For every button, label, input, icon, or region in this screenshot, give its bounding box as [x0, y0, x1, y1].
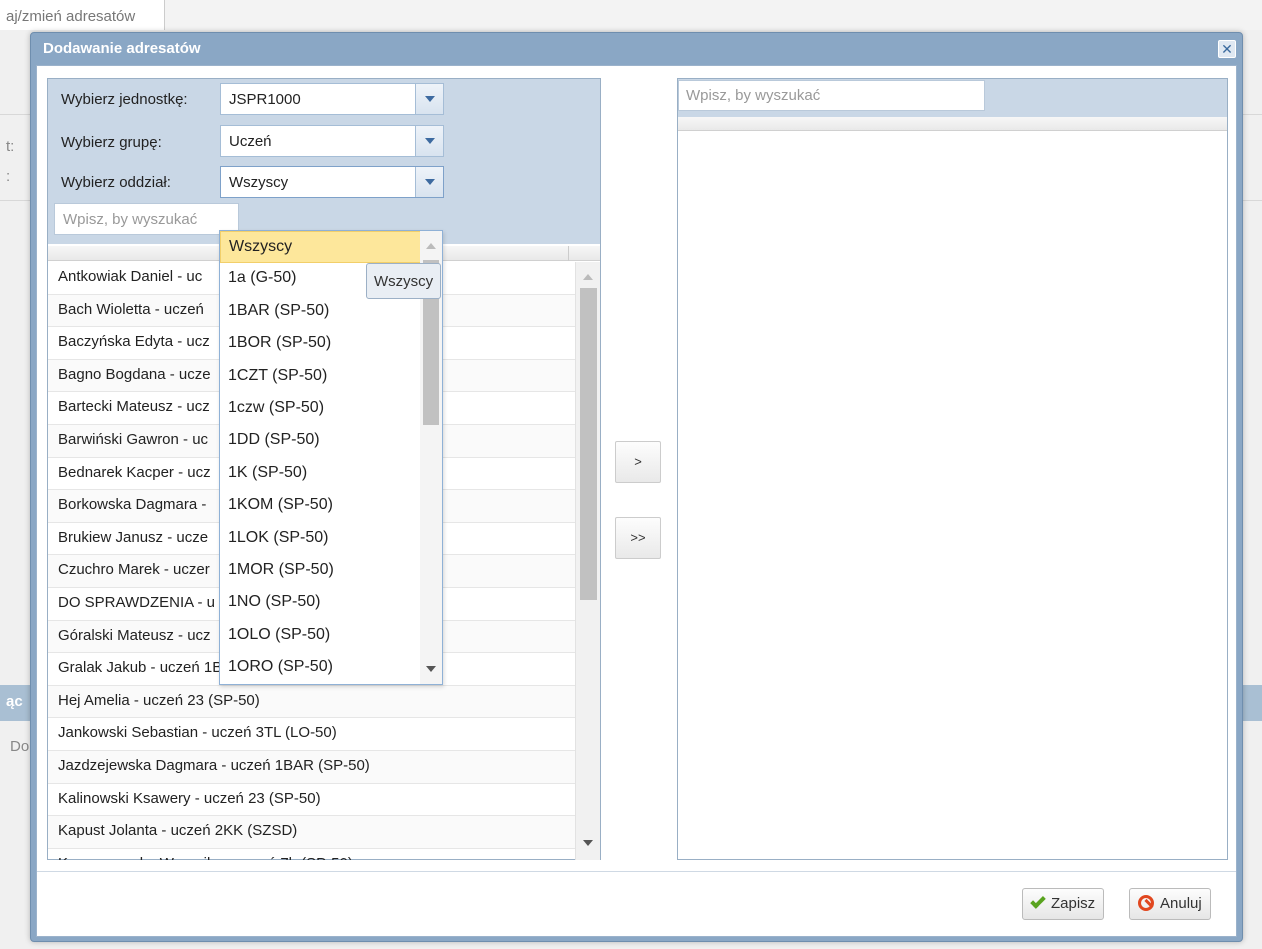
group-select-value: Uczeń — [229, 133, 272, 150]
search-placeholder: Wpisz, by wyszukać — [686, 87, 821, 104]
unit-select[interactable]: JSPR1000 — [220, 83, 444, 115]
unit-select-value: JSPR1000 — [229, 91, 301, 108]
dropdown-option[interactable]: 1K (SP-50) — [220, 458, 442, 490]
dropdown-option[interactable]: 1NO (SP-50) — [220, 587, 442, 619]
scroll-up-icon[interactable] — [426, 243, 436, 249]
list-item[interactable]: Hej Amelia - uczeń 23 (SP-50) — [48, 685, 575, 719]
group-select[interactable]: Uczeń — [220, 125, 444, 157]
list-item[interactable]: Kalinowski Ksawery - uczeń 23 (SP-50) — [48, 784, 575, 817]
save-button[interactable]: Zapisz — [1022, 888, 1105, 920]
list-item[interactable]: Jankowski Sebastian - uczeń 3TL (LO-50) — [48, 718, 575, 751]
scroll-down-icon[interactable] — [426, 666, 436, 672]
scroll-up-icon[interactable] — [583, 274, 593, 280]
dropdown-option[interactable]: 1LOK (SP-50) — [220, 523, 442, 555]
chevron-down-icon[interactable] — [415, 167, 443, 197]
background-label: : — [6, 168, 11, 185]
background-label: Do — [10, 738, 30, 755]
group-label: Wybierz grupę: — [61, 134, 162, 151]
chevron-down-icon[interactable] — [415, 126, 443, 156]
class-label: Wybierz oddział: — [61, 174, 171, 191]
class-select-value: Wszyscy — [229, 174, 289, 191]
dropdown-option[interactable]: 1KOM (SP-50) — [220, 490, 442, 522]
dropdown-option[interactable]: 1CZT (SP-50) — [220, 361, 442, 393]
background-section-title: ąc — [6, 693, 23, 710]
list-item[interactable]: Kornaszewska Weronika - uczeń 7b (SP-50) — [48, 849, 575, 860]
unit-label: Wybierz jednostkę: — [61, 91, 188, 108]
cancel-button[interactable]: Anuluj — [1129, 888, 1211, 920]
selected-recipients-panel: Wpisz, by wyszukać — [677, 78, 1228, 860]
dropdown-option[interactable]: 1czw (SP-50) — [220, 393, 442, 425]
footer-divider — [37, 871, 1236, 872]
selected-column-header — [678, 117, 1227, 131]
check-icon — [1030, 893, 1046, 909]
background-tab[interactable]: aj/zmień adresatów — [0, 0, 165, 30]
class-select[interactable]: Wszyscy — [220, 166, 444, 198]
dropdown-option[interactable]: 1ORO (SP-50) — [220, 652, 442, 684]
dropdown-option[interactable]: 1OLO (SP-50) — [220, 620, 442, 652]
dropdown-option[interactable]: Wszyscy — [220, 231, 442, 264]
dropdown-option[interactable]: 1DD (SP-50) — [220, 425, 442, 457]
close-icon[interactable]: ✕ — [1218, 40, 1236, 58]
cancel-icon — [1138, 894, 1154, 911]
selected-panel-header: Wpisz, by wyszukać — [678, 79, 1227, 117]
add-all-button[interactable]: >> — [615, 517, 661, 559]
add-recipients-dialog: Dodawanie adresatów ✕ Wybierz jednostkę:… — [30, 32, 1243, 942]
dialog-title: Dodawanie adresatów — [43, 40, 201, 57]
dropdown-option[interactable]: 1BOR (SP-50) — [220, 328, 442, 360]
scroll-thumb[interactable] — [580, 288, 597, 600]
list-item[interactable]: Jazdzejewska Dagmara - uczeń 1BAR (SP-50… — [48, 750, 575, 784]
cancel-button-label: Anuluj — [1160, 895, 1202, 912]
background-label: t: — [6, 138, 15, 155]
search-input[interactable]: Wpisz, by wyszukać — [54, 203, 239, 235]
filters-section: Wybierz jednostkę: JSPR1000 Wybierz grup… — [48, 79, 600, 244]
dropdown-option[interactable]: 1MOR (SP-50) — [220, 555, 442, 587]
scroll-down-icon[interactable] — [583, 840, 593, 846]
list-scrollbar[interactable] — [575, 262, 600, 860]
dialog-body: Wybierz jednostkę: JSPR1000 Wybierz grup… — [36, 65, 1237, 937]
add-selected-button[interactable]: > — [615, 441, 661, 483]
dropdown-option[interactable]: 1BAR (SP-50) — [220, 296, 442, 328]
list-item[interactable]: Kapust Jolanta - uczeń 2KK (SZSD) — [48, 816, 575, 849]
option-tooltip: Wszyscy — [366, 263, 442, 299]
save-button-label: Zapisz — [1051, 895, 1096, 912]
search-placeholder: Wpisz, by wyszukać — [63, 211, 198, 228]
selected-search-input[interactable]: Wpisz, by wyszukać — [678, 80, 985, 111]
chevron-down-icon[interactable] — [415, 84, 443, 114]
